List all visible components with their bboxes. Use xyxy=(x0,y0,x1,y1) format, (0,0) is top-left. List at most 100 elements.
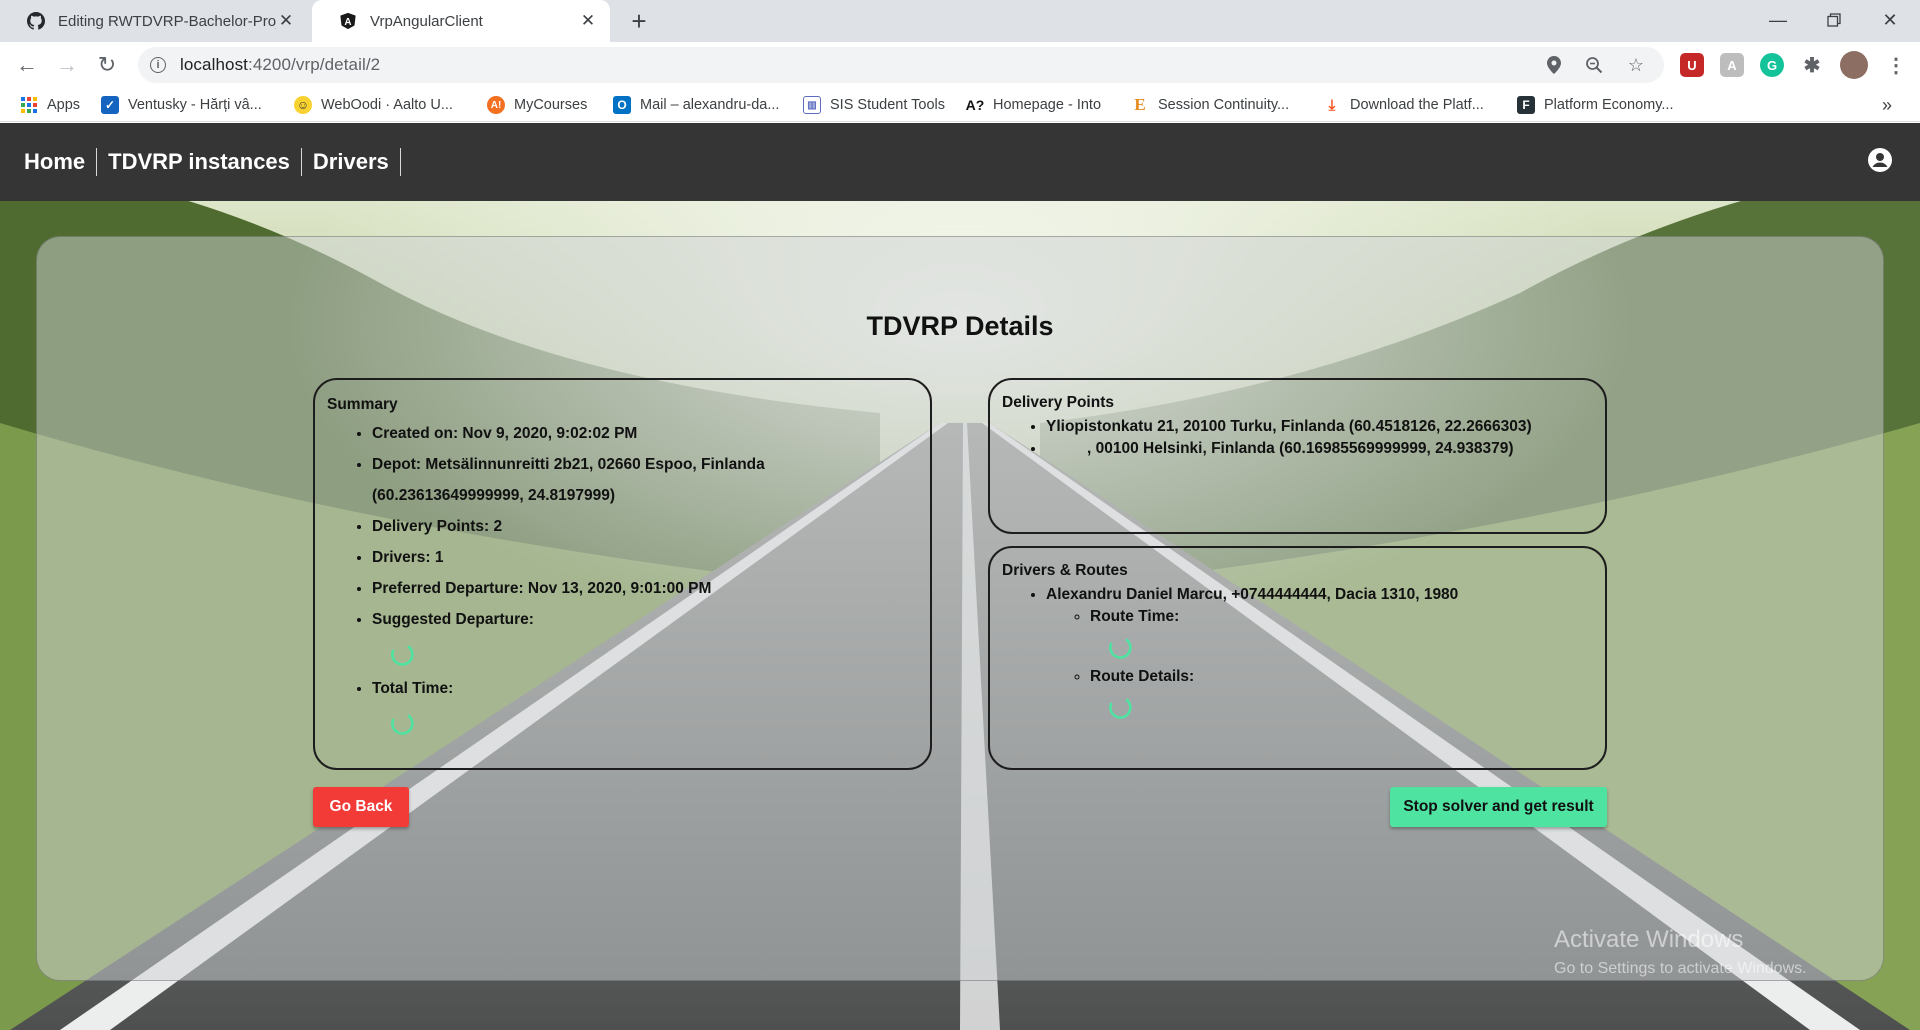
mycourses-icon: A! xyxy=(487,96,505,114)
go-back-button[interactable]: Go Back xyxy=(313,787,409,827)
star-bookmark-icon[interactable]: ☆ xyxy=(1626,55,1646,75)
page-title: TDVRP Details xyxy=(866,311,1054,341)
driver-info: Alexandru Daniel Marcu, +0744444444, Dac… xyxy=(1046,586,1459,603)
tab-vrp-angular-client[interactable]: A VrpAngularClient ✕ xyxy=(312,0,610,42)
browser-tabstrip: Editing RWTDVRP-Bachelor-Proje ✕ A VrpAn… xyxy=(0,0,1920,42)
svg-text:A: A xyxy=(344,17,351,28)
location-pin-icon[interactable] xyxy=(1544,55,1564,75)
bookmark-sis[interactable]: ▥ SIS Student Tools xyxy=(803,94,945,116)
bookmark-download[interactable]: ⤓ Download the Platf... xyxy=(1323,94,1484,116)
nav-drivers[interactable]: Drivers xyxy=(302,148,401,176)
summary-suggested-departure: Suggested Departure: xyxy=(372,604,918,669)
drivers-routes-heading: Drivers & Routes xyxy=(1002,562,1128,579)
bookmark-label: MyCourses xyxy=(514,97,588,113)
loading-spinner-icon xyxy=(388,710,416,738)
tab-editing-github[interactable]: Editing RWTDVRP-Bachelor-Proje ✕ xyxy=(0,0,308,42)
restore-icon[interactable] xyxy=(1806,0,1862,40)
weboodi-icon: ☺ xyxy=(294,96,312,114)
zoom-icon[interactable] xyxy=(1584,55,1604,75)
ublock-icon[interactable]: U xyxy=(1680,53,1704,77)
bookmark-into[interactable]: A? Homepage - Into xyxy=(966,94,1101,116)
tab-title: VrpAngularClient xyxy=(370,12,483,30)
close-icon[interactable]: ✕ xyxy=(276,11,296,31)
bookmark-session[interactable]: E Session Continuity... xyxy=(1131,94,1289,116)
info-icon[interactable]: i xyxy=(150,57,166,73)
user-account-icon[interactable] xyxy=(1868,148,1892,172)
watermark-subtitle: Go to Settings to activate Windows. xyxy=(1554,960,1807,977)
bookmark-mycourses[interactable]: A! MyCourses xyxy=(487,94,587,116)
browser-toolbar: ← → ↻ i localhost:4200/vrp/detail/2 ☆ U … xyxy=(0,42,1920,88)
close-window-icon[interactable]: ✕ xyxy=(1862,0,1918,40)
loading-spinner-icon xyxy=(388,641,416,669)
route-details-label: Route Details: xyxy=(1090,668,1195,685)
summary-list: Created on: Nov 9, 2020, 9:02:02 PM Depo… xyxy=(327,418,918,738)
watermark-title: Activate Windows xyxy=(1554,926,1744,953)
minimize-icon[interactable]: — xyxy=(1750,0,1806,40)
into-icon: A? xyxy=(965,97,985,113)
nav-tdvrp-instances[interactable]: TDVRP instances xyxy=(97,148,302,176)
summary-panel: Summary Created on: Nov 9, 2020, 9:02:02… xyxy=(313,378,932,770)
loading-spinner-icon xyxy=(1106,694,1134,722)
bookmark-platform-economy[interactable]: F Platform Economy... xyxy=(1517,94,1673,116)
app-page: Home TDVRP instances Drivers xyxy=(0,123,1920,1030)
more-bookmarks-icon[interactable]: » xyxy=(1882,94,1892,116)
delivery-points-panel: Delivery Points Yliopistonkatu 21, 20100… xyxy=(988,378,1607,534)
bookmark-mail[interactable]: O Mail – alexandru-da... xyxy=(613,94,779,116)
bookmark-label: Mail – alexandru-da... xyxy=(640,97,780,113)
summary-created: Created on: Nov 9, 2020, 9:02:02 PM xyxy=(372,418,918,449)
route-info-list: Route Time: Route Details: xyxy=(1046,606,1593,722)
back-arrow-icon[interactable]: ← xyxy=(12,50,42,80)
bookmark-weboodi[interactable]: ☺ WebOodi · Aalto U... xyxy=(294,94,453,116)
address-bar[interactable]: i localhost:4200/vrp/detail/2 ☆ xyxy=(138,47,1664,83)
route-time: Route Time: xyxy=(1090,606,1593,662)
e-icon: E xyxy=(1134,95,1146,114)
url-text: localhost:4200/vrp/detail/2 xyxy=(180,55,381,74)
top-navbar: Home TDVRP instances Drivers xyxy=(0,123,1920,201)
profile-avatar[interactable] xyxy=(1840,51,1868,79)
angular-icon: A xyxy=(338,11,358,31)
drivers-routes-panel: Drivers & Routes Alexandru Daniel Marcu,… xyxy=(988,546,1607,770)
nav-home[interactable]: Home xyxy=(24,148,98,176)
bookmark-ventusky[interactable]: ✓ Ventusky - Hărți vâ... xyxy=(101,94,262,116)
new-tab-button[interactable]: + xyxy=(622,4,656,38)
bookmark-label: Platform Economy... xyxy=(1544,97,1674,113)
ventusky-icon: ✓ xyxy=(101,96,119,114)
summary-drivers: Drivers: 1 xyxy=(372,542,918,573)
bookmark-label: Homepage - Into xyxy=(993,97,1102,113)
delivery-point-item: , 00100 Helsinki, Finlanda (60.169855699… xyxy=(1046,438,1593,460)
apps-grid-icon xyxy=(20,96,38,114)
grammarly-icon[interactable]: G xyxy=(1760,53,1784,77)
summary-total-time: Total Time: xyxy=(372,673,918,738)
summary-heading: Summary xyxy=(327,396,398,413)
bookmark-label: WebOodi · Aalto U... xyxy=(321,97,453,113)
bookmark-label: Session Continuity... xyxy=(1158,97,1290,113)
outlook-icon: O xyxy=(613,96,631,114)
f-icon: F xyxy=(1517,96,1535,114)
close-icon[interactable]: ✕ xyxy=(578,11,598,31)
kebab-menu-icon[interactable]: ⋮ xyxy=(1884,53,1908,77)
delivery-points-heading: Delivery Points xyxy=(1002,394,1114,411)
bookmark-label: SIS Student Tools xyxy=(830,97,946,113)
activate-windows-watermark: Activate Windows Go to Settings to activ… xyxy=(1554,926,1807,978)
summary-depot: Depot: Metsälinnunreitti 2b21, 02660 Esp… xyxy=(372,449,918,511)
github-icon xyxy=(26,11,46,31)
download-icon: ⤓ xyxy=(1328,96,1336,114)
stop-solver-button[interactable]: Stop solver and get result xyxy=(1390,787,1607,827)
bookmark-label: Apps xyxy=(47,97,81,113)
puzzle-extensions-icon[interactable]: ✱ xyxy=(1800,53,1824,77)
extension-gray-icon[interactable]: A xyxy=(1720,53,1744,77)
route-time-label: Route Time: xyxy=(1090,608,1180,625)
delivery-points-list: Yliopistonkatu 21, 20100 Turku, Finlanda… xyxy=(1002,416,1593,460)
forward-arrow-icon[interactable]: → xyxy=(52,50,82,80)
reload-icon[interactable]: ↻ xyxy=(92,50,122,80)
summary-delivery-points: Delivery Points: 2 xyxy=(372,511,918,542)
bookmark-label: Ventusky - Hărți vâ... xyxy=(128,97,262,113)
drivers-list: Alexandru Daniel Marcu, +0744444444, Dac… xyxy=(1002,584,1593,722)
sis-icon: ▥ xyxy=(803,96,821,114)
loading-spinner-icon xyxy=(1106,634,1134,662)
route-details: Route Details: xyxy=(1090,666,1593,722)
driver-item: Alexandru Daniel Marcu, +0744444444, Dac… xyxy=(1046,584,1593,722)
bookmark-apps[interactable]: Apps xyxy=(20,94,80,116)
bookmark-label: Download the Platf... xyxy=(1350,97,1484,113)
bookmarks-bar: Apps ✓ Ventusky - Hărți vâ... ☺ WebOodi … xyxy=(0,88,1920,122)
